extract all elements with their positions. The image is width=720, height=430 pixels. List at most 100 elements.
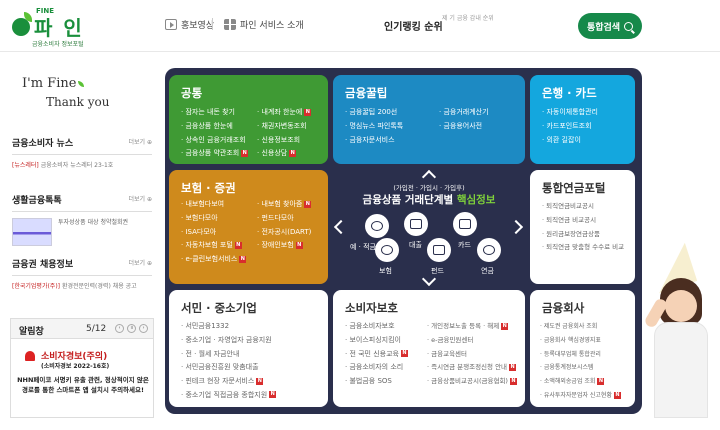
menu-link[interactable]: 신용상담N — [257, 147, 311, 161]
menu-link[interactable]: ISA다모아 — [181, 226, 246, 240]
alarm-pause-button[interactable]: ॥ — [127, 324, 136, 333]
grid-icon — [224, 19, 236, 30]
pension-button[interactable] — [477, 238, 501, 262]
menu-link[interactable]: 등록대부업체 통합관리 — [540, 348, 621, 362]
ranking-ticker[interactable]: 제 기 금융 감내 순위 — [442, 15, 494, 23]
menu-link[interactable]: 채권자변동조회 — [257, 120, 311, 134]
menu-link[interactable]: 중소기업 직접금융 종합지원N — [181, 389, 277, 403]
menu-link-label: 카드포인트조회 — [546, 121, 592, 130]
menu-link-label: 퇴직연금비교공시 — [546, 202, 594, 210]
menu-link[interactable]: 명심뉴스 파인톡톡 — [345, 120, 403, 134]
menu-link[interactable]: 금융소비자의 소리 — [345, 361, 408, 375]
tips-more-link[interactable]: 더보기 — [129, 194, 153, 203]
menu-link[interactable]: 외환 길잡이 — [542, 134, 598, 148]
menu-link[interactable]: 퇴직연금비교공시 — [542, 200, 624, 214]
jobs-more-link[interactable]: 더보기 — [129, 258, 153, 267]
logo[interactable]: FINE 파 인 금융소비자 정보포털 — [12, 6, 92, 48]
menu-link[interactable]: 즉시연금 분쟁조정신청 안내N — [427, 361, 517, 375]
menu-link[interactable]: 금융소비자보호 — [345, 320, 408, 334]
card-common[interactable]: 공통 잠자는 내돈 찾기금융상품 한눈에상속인 금융거래조회금융상품 약관조회N… — [169, 75, 328, 164]
new-badge: N — [269, 391, 277, 399]
menu-link[interactable]: 금융상품비교공시(금융협회)N — [427, 375, 517, 389]
fund-button[interactable] — [427, 238, 451, 262]
menu-link[interactable]: 금융꿀팁 200선 — [345, 106, 403, 120]
menu-link[interactable]: 금융교육센터 — [427, 348, 517, 362]
menu-link[interactable]: 보이스피싱지킴이 — [345, 334, 408, 348]
menu-link[interactable]: 잠자는 내돈 찾기 — [181, 106, 248, 120]
menu-link[interactable]: 카드포인트조회 — [542, 120, 598, 134]
core-info-subtitle: (가입전 · 가입시 · 가입후) — [393, 184, 465, 192]
menu-link[interactable]: 전 국민 신용교육N — [345, 348, 408, 362]
alarm-next-button[interactable]: › — [139, 324, 148, 333]
siren-icon — [25, 351, 35, 361]
greeting-line2: Thank you — [46, 95, 110, 109]
loan-label: 대출 — [409, 241, 422, 249]
new-badge: N — [234, 241, 242, 249]
insurance-button[interactable] — [375, 238, 399, 262]
menu-link-label: 금융상품비교공시(금융협회) — [431, 377, 508, 386]
integrated-search-button[interactable]: 통합검색 — [578, 13, 642, 39]
menu-link[interactable]: 금융상품 한눈에 — [181, 120, 248, 134]
menu-link[interactable]: 금융상품 약관조회N — [181, 147, 249, 161]
deposit-button[interactable] — [365, 214, 389, 238]
alarm-content[interactable]: 소비자경보(주의) (소비자경보 2022-16호) NHN페이코 서명키 유출… — [11, 339, 153, 417]
loan-button[interactable] — [404, 212, 428, 236]
jobs-text: 환경전문인력(경력) 채용 공고 — [61, 283, 137, 290]
menu-link[interactable]: 유사투자자문업자 신고현황N — [540, 389, 621, 403]
menu-link[interactable]: 전 · 월세 자금안내 — [181, 348, 276, 362]
menu-link[interactable]: 내보험다보여 — [181, 198, 246, 212]
menu-link[interactable]: 불법금융 SOS — [345, 375, 408, 389]
menu-link[interactable]: 내보험 찾아줌N — [257, 198, 312, 212]
menu-link-label: 서민금융진흥원 맞춤대출 — [185, 363, 259, 372]
menu-link[interactable]: 퇴직연금 비교공시 — [542, 214, 624, 228]
menu-link[interactable]: 원리금보장연금상품 — [542, 228, 624, 242]
menu-link[interactable]: 금융거래계산기 — [439, 106, 488, 120]
menu-link[interactable]: 제도권 금융회사 조회 — [540, 320, 621, 334]
card-consumer[interactable]: 소비자보호 금융소비자보호보이스피싱지킴이전 국민 신용교육N금융소비자의 소리… — [333, 290, 525, 407]
menu-link[interactable]: 펀드다모아 — [257, 212, 311, 226]
alarm-title: 알림창 — [19, 327, 44, 337]
jobs-item[interactable]: [한국기업평가(주)] 환경전문인력(경력) 채용 공고 — [12, 282, 152, 291]
menu-link[interactable]: 신용정보조회 — [257, 134, 311, 148]
menu-link[interactable]: 자동차보험 포털N — [181, 239, 246, 253]
menu-link[interactable]: 전자공시(DART) — [257, 226, 311, 240]
card-bank[interactable]: 은행 · 카드 자동이체통합관리카드포인트조회외환 길잡이 — [530, 75, 635, 164]
card-company[interactable]: 금융회사 제도권 금융회사 조회금융회사 핵심경영지표등록대부업체 통합관리금융… — [530, 290, 635, 407]
new-badge: N — [256, 377, 264, 385]
menu-link[interactable]: e-금융민원센터 — [427, 334, 517, 348]
menu-link[interactable]: 금융용어사전 — [439, 120, 489, 134]
news-item[interactable]: [뉴스레터] 금융소비자 뉴스레터 23-1호 — [12, 161, 152, 170]
menu-link[interactable]: 금융자문서비스 — [345, 134, 403, 148]
card-tips[interactable]: 금융꿀팁 금융꿀팁 200선명심뉴스 파인톡톡금융자문서비스 금융거래계산기금융… — [333, 75, 525, 164]
menu-link[interactable]: 중소기업 · 자영업자 금융지원 — [181, 334, 276, 348]
menu-link-label: 금융교육센터 — [431, 349, 468, 358]
menu-link[interactable]: 퇴직연금 맞춤형 수수료 비교 — [542, 241, 624, 255]
menu-link[interactable]: 개인정보노출 등록 · 해제N — [427, 320, 517, 334]
card-company-list: 제도권 금융회사 조회금융회사 핵심경영지표등록대부업체 통합관리금융통계정보시… — [540, 320, 621, 403]
card-pension[interactable]: 통합연금포털 퇴직연금비교공시퇴직연금 비교공시원리금보장연금상품퇴직연금 맞춤… — [530, 170, 635, 284]
menu-link-label: 즉시연금 분쟁조정신청 안내 — [431, 363, 508, 372]
menu-link[interactable]: 서민금융1332 — [181, 320, 276, 334]
card-smb[interactable]: 서민 · 중소기업 서민금융1332 중소기업 · 자영업자 금융지원전 · 월세… — [169, 290, 328, 407]
alarm-prev-button[interactable]: ‹ — [115, 324, 124, 333]
news-more-link[interactable]: 더보기 — [129, 137, 153, 146]
menu-link[interactable]: 소액해외송금업 조회N — [540, 375, 621, 389]
menu-link[interactable]: 장애인보험N — [257, 239, 311, 253]
card-button[interactable] — [453, 212, 477, 236]
service-intro-link[interactable]: 파인 서비스 소개 — [224, 18, 304, 31]
menu-link[interactable]: e-클린보험서비스N — [181, 253, 247, 267]
alarm-message: NHN페이코 서명키 유출 관련, 정상적이지 않은 경로를 통한 스마트폰 앱… — [17, 376, 149, 394]
menu-link[interactable]: 상속인 금융거래조회 — [181, 134, 248, 148]
tips-item[interactable]: 투자성상품 대상 청약철회권 — [12, 218, 152, 246]
promo-video-link[interactable]: 홍보영상 — [165, 18, 214, 31]
card-insurance[interactable]: 보험 · 증권 내보험다보여보험다모아ISA다모아자동차보험 포털Ne-클린보험… — [169, 170, 328, 284]
menu-link[interactable]: 내계좌 한눈에N — [257, 106, 312, 120]
menu-link[interactable]: 금융회사 핵심경영지표 — [540, 334, 621, 348]
menu-link[interactable]: 금융통계정보시스템 — [540, 361, 621, 375]
menu-link[interactable]: 보험다모아 — [181, 212, 246, 226]
video-play-icon — [165, 19, 177, 30]
menu-link[interactable]: 핀테크 현장 자문서비스N — [181, 375, 276, 389]
menu-link[interactable]: 자동이체통합관리 — [542, 106, 598, 120]
core-info-hub: (가입전 · 가입시 · 가입후) 금융상품 거래단계별 핵심정보 예 · 적금… — [333, 169, 525, 287]
menu-link[interactable]: 서민금융진흥원 맞춤대출 — [181, 361, 276, 375]
